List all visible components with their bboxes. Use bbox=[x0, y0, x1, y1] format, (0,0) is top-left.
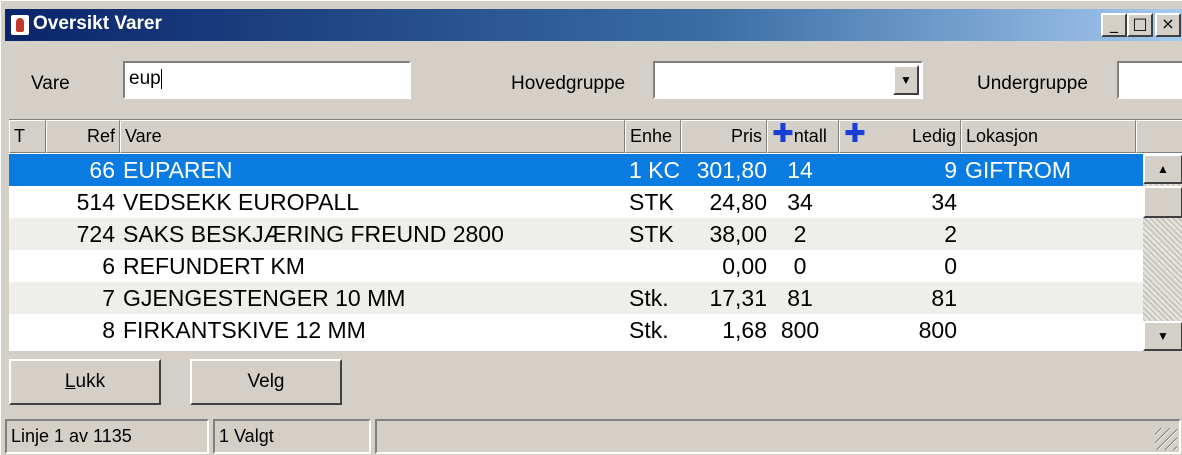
cell-ref: 66 bbox=[89, 157, 115, 183]
table-row[interactable]: 514 VEDSEKK EUROPALL STK 24,80 34 34 bbox=[9, 186, 1143, 218]
cell-ref: 514 bbox=[76, 189, 115, 215]
vare-label: Vare bbox=[31, 73, 70, 94]
col-header-lokasjon[interactable]: Lokasjon bbox=[961, 120, 1136, 153]
resize-grip-icon[interactable] bbox=[1155, 428, 1177, 450]
vare-search-value: eup bbox=[129, 68, 161, 89]
undergruppe-label: Undergruppe bbox=[977, 73, 1088, 94]
cell-antall: 14 bbox=[787, 157, 813, 183]
lukk-button[interactable]: Lukk bbox=[9, 359, 161, 405]
table-row[interactable]: 66 EUPAREN 1 KC 301,80 14 9 GIFTROM bbox=[9, 154, 1143, 186]
status-empty bbox=[375, 419, 1181, 454]
cell-ledig: 0 bbox=[944, 253, 957, 279]
cell-antall: 0 bbox=[793, 253, 807, 279]
table-row[interactable]: 7 GJENGESTENGER 10 MM Stk. 17,31 81 81 bbox=[9, 282, 1143, 314]
maximize-button[interactable]: □ bbox=[1127, 13, 1153, 37]
scroll-up-icon[interactable]: ▲ bbox=[1143, 154, 1182, 184]
cell-lokasjon: GIFTROM bbox=[965, 157, 1072, 183]
cell-pris: 1,68 bbox=[722, 317, 767, 343]
cell-vare: EUPAREN bbox=[123, 157, 233, 183]
col-header-enhet[interactable]: Enhe bbox=[625, 120, 681, 153]
status-selected: 1 Valgt bbox=[213, 419, 371, 454]
cell-ref: 8 bbox=[102, 317, 115, 343]
cell-ledig: 34 bbox=[931, 189, 957, 215]
cell-ledig: 81 bbox=[931, 285, 957, 311]
cell-enhet: 1 KC bbox=[629, 157, 681, 183]
cell-pris: 17,31 bbox=[709, 285, 767, 311]
vare-search-input[interactable]: eup bbox=[123, 61, 411, 99]
col-header-antall[interactable]: ✚ntall bbox=[767, 120, 839, 153]
cell-vare: REFUNDERT KM bbox=[123, 253, 305, 279]
cell-enhet: STK bbox=[629, 221, 674, 247]
cell-vare: GJENGESTENGER 10 MM bbox=[123, 285, 406, 311]
add-icon[interactable]: ✚ bbox=[844, 121, 866, 149]
hovedgruppe-select[interactable]: ▼ bbox=[653, 61, 923, 99]
cell-antall: 81 bbox=[787, 285, 813, 311]
cell-ref: 6 bbox=[102, 253, 115, 279]
scroll-thumb[interactable] bbox=[1143, 186, 1182, 218]
cell-pris: 0,00 bbox=[722, 253, 767, 279]
cell-ledig: 2 bbox=[944, 221, 957, 247]
scroll-down-icon[interactable]: ▼ bbox=[1143, 321, 1182, 351]
minimize-button[interactable]: _ bbox=[1101, 13, 1127, 37]
chevron-down-icon[interactable]: ▼ bbox=[893, 65, 919, 95]
cell-vare: SAKS BESKJÆRING FREUND 2800 bbox=[123, 221, 504, 247]
col-header-t[interactable]: T bbox=[9, 120, 46, 153]
cell-vare: VEDSEKK EUROPALL bbox=[123, 189, 360, 215]
col-header-ledig[interactable]: ✚ Ledig bbox=[839, 120, 961, 153]
cell-pris: 38,00 bbox=[709, 221, 767, 247]
cell-vare: FIRKANTSKIVE 12 MM bbox=[123, 317, 366, 343]
lukk-label: ukk bbox=[75, 371, 106, 392]
window-title: Oversikt Varer bbox=[33, 13, 162, 34]
col-header-ledig-label: Ledig bbox=[911, 126, 956, 146]
table-row[interactable]: 724 SAKS BESKJÆRING FREUND 2800 STK 38,0… bbox=[9, 218, 1143, 250]
close-button[interactable]: × bbox=[1155, 13, 1181, 37]
lukk-mnemonic: L bbox=[64, 371, 76, 392]
items-grid[interactable]: T Ref Vare Enhe Pris ✚ntall ✚ Ledig Lokas… bbox=[9, 119, 1182, 351]
col-header-filler bbox=[1136, 120, 1182, 153]
cell-enhet: STK bbox=[629, 189, 674, 215]
cell-ledig: 800 bbox=[918, 317, 957, 343]
cell-ledig: 9 bbox=[944, 157, 957, 183]
cell-pris: 24,80 bbox=[709, 189, 767, 215]
col-header-antall-label: ntall bbox=[793, 126, 827, 146]
cell-antall: 34 bbox=[787, 189, 813, 215]
title-bar[interactable]: Oversikt Varer _ □ × bbox=[5, 9, 1182, 41]
velg-button[interactable]: Velg bbox=[190, 359, 342, 405]
status-line: Linje 1 av 1135 bbox=[5, 419, 209, 454]
cell-enhet: Stk. bbox=[629, 317, 669, 343]
col-header-pris[interactable]: Pris bbox=[681, 120, 767, 153]
cell-antall: 800 bbox=[780, 317, 820, 343]
cell-ref: 7 bbox=[102, 285, 115, 311]
cell-enhet: Stk. bbox=[629, 285, 669, 311]
undergruppe-select[interactable] bbox=[1117, 61, 1182, 99]
table-row[interactable]: 6 REFUNDERT KM 0,00 0 0 bbox=[9, 250, 1143, 282]
vertical-scrollbar[interactable]: ▲ ▼ bbox=[1143, 154, 1182, 351]
add-icon[interactable]: ✚ bbox=[772, 121, 794, 149]
col-header-vare[interactable]: Vare bbox=[120, 120, 625, 153]
cell-pris: 301,80 bbox=[696, 157, 767, 183]
col-header-ref[interactable]: Ref bbox=[46, 120, 120, 153]
app-icon bbox=[11, 15, 29, 35]
table-row[interactable]: 8 FIRKANTSKIVE 12 MM Stk. 1,68 800 800 bbox=[9, 314, 1143, 346]
window: Oversikt Varer _ □ × Vare eup Hovedgrupp… bbox=[0, 0, 1182, 455]
text-caret bbox=[160, 68, 162, 89]
cell-antall: 2 bbox=[793, 221, 807, 247]
cell-ref: 724 bbox=[76, 221, 115, 247]
hovedgruppe-label: Hovedgruppe bbox=[511, 73, 626, 94]
